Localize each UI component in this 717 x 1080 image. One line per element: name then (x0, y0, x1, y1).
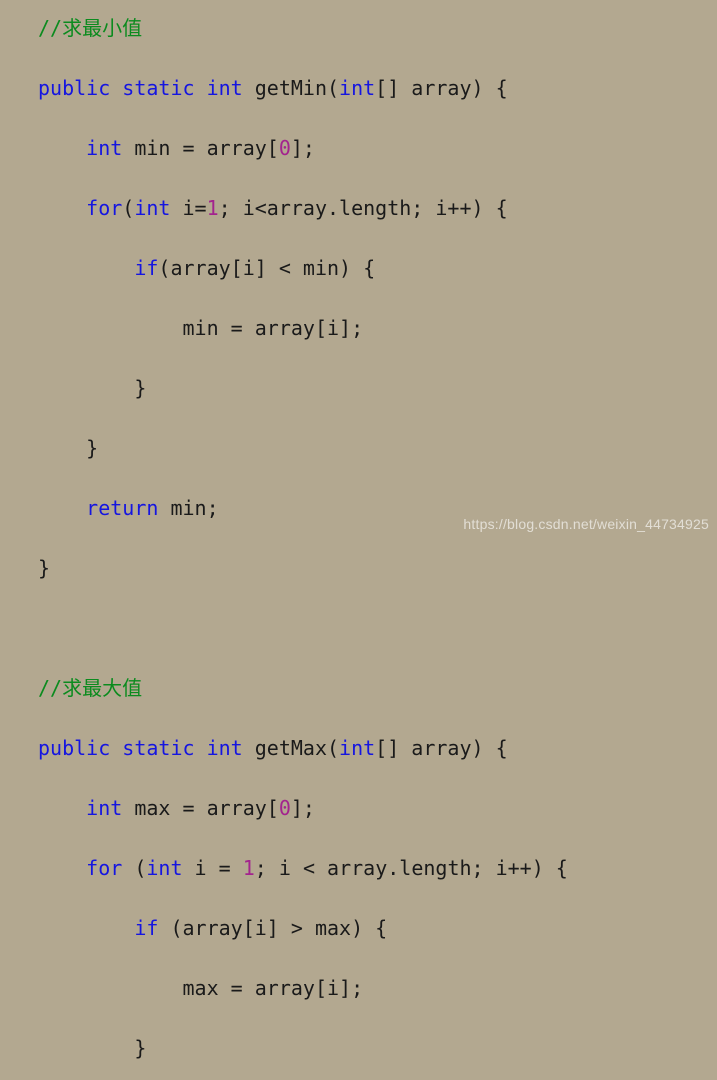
code-token-comment: //求最大值 (38, 676, 143, 700)
code-line-6: } (38, 373, 568, 403)
code-line-3: for(int i=1; i<array.length; i++) { (38, 193, 568, 223)
code-line-5: min = array[i]; (38, 313, 568, 343)
code-token-plain: } (38, 556, 51, 580)
code-token-plain: i= (170, 196, 207, 220)
code-token-plain: [] array) { (375, 736, 508, 760)
code-token-num: 0 (278, 136, 291, 160)
code-line-17: } (38, 1033, 568, 1063)
code-token-kw: int (206, 76, 243, 100)
code-token-plain: ; i<array.length; i++) { (218, 196, 508, 220)
code-line-16: max = array[i]; (38, 973, 568, 1003)
code-token-plain: ( (122, 196, 135, 220)
code-screenshot: //求最小值 public static int getMin(int[] ar… (0, 0, 717, 1060)
code-token-plain: min = array[ (122, 136, 279, 160)
code-token-kw: int (206, 736, 243, 760)
code-token-plain: (array[i] < min) { (158, 256, 376, 280)
code-token-plain: getMin( (242, 76, 340, 100)
code-token-kw: int (86, 136, 123, 160)
code-token-num: 1 (206, 196, 219, 220)
code-token-kw: if (134, 256, 159, 280)
code-token-kw: static (122, 736, 195, 760)
code-token-kw: for (86, 856, 123, 880)
code-line-14: for (int i = 1; i < array.length; i++) { (38, 853, 568, 883)
code-token-kw: int (134, 196, 171, 220)
code-line-4: if(array[i] < min) { (38, 253, 568, 283)
code-token-plain: ]; (290, 136, 315, 160)
code-token-kw: static (122, 76, 195, 100)
code-line-13: int max = array[0]; (38, 793, 568, 823)
code-token-plain: ]; (290, 796, 315, 820)
code-token-plain: min; (158, 496, 219, 520)
code-token-plain: i = (182, 856, 243, 880)
watermark-text: https://blog.csdn.net/weixin_44734925 (463, 516, 709, 532)
code-token-plain: (array[i] > max) { (158, 916, 388, 940)
code-token-plain: getMax( (242, 736, 340, 760)
code-token-kw: int (339, 736, 376, 760)
code-token-num: 0 (278, 796, 291, 820)
code-line-1: public static int getMin(int[] array) { (38, 73, 568, 103)
code-line-12: public static int getMax(int[] array) { (38, 733, 568, 763)
code-token-plain: ( (122, 856, 147, 880)
code-token-plain: } (38, 1036, 147, 1060)
code-token-num: 1 (242, 856, 255, 880)
code-token-kw: int (86, 796, 123, 820)
code-line-9: } (38, 553, 568, 583)
code-line-2: int min = array[0]; (38, 133, 568, 163)
code-line-0: //求最小值 (38, 13, 568, 43)
code-token-kw: public (38, 76, 111, 100)
code-token-kw: return (86, 496, 159, 520)
code-token-plain: ; i < array.length; i++) { (254, 856, 568, 880)
code-token-kw: int (146, 856, 183, 880)
code-line-11: //求最大值 (38, 673, 568, 703)
code-token-plain: min = array[i]; (38, 316, 364, 340)
code-line-15: if (array[i] > max) { (38, 913, 568, 943)
code-token-plain: } (38, 376, 147, 400)
code-token-plain: max = array[i]; (38, 976, 364, 1000)
code-token-kw: if (134, 916, 159, 940)
code-token-plain: max = array[ (122, 796, 279, 820)
code-block[interactable]: //求最小值 public static int getMin(int[] ar… (38, 13, 568, 1080)
code-token-comment: //求最小值 (38, 16, 143, 40)
code-line-7: } (38, 433, 568, 463)
code-token-plain: [] array) { (375, 76, 508, 100)
code-token-kw: int (339, 76, 376, 100)
code-token-plain: } (38, 436, 99, 460)
code-token-kw: for (86, 196, 123, 220)
code-token-kw: public (38, 736, 111, 760)
